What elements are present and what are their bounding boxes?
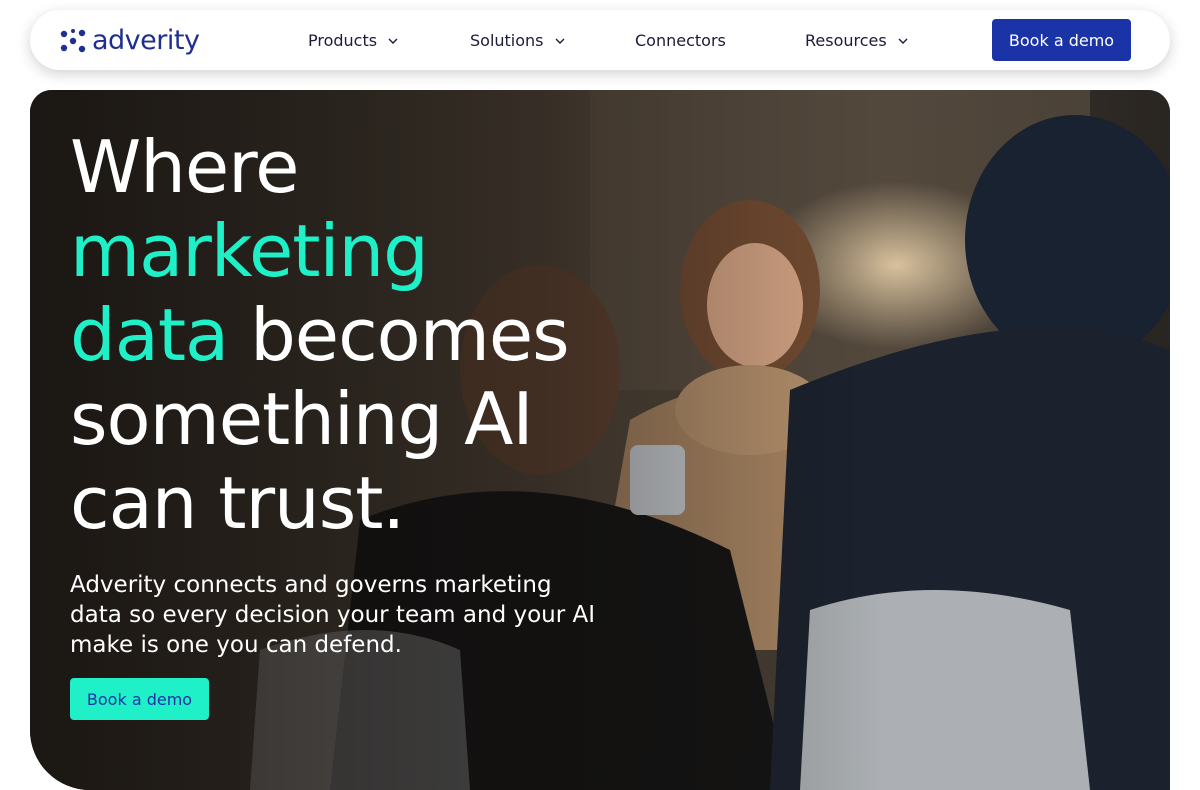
top-navbar: adverity Products Solutions Connectors R… bbox=[30, 10, 1170, 70]
hero-section: Where marketing data becomes something A… bbox=[30, 90, 1170, 790]
nav-solutions-label: Solutions bbox=[470, 30, 544, 50]
headline-line-5: can trust. bbox=[70, 461, 405, 545]
nav-connectors[interactable]: Connectors bbox=[635, 28, 726, 52]
nav-products-label: Products bbox=[308, 30, 378, 50]
chevron-down-icon bbox=[555, 38, 565, 44]
hero-headline: Where marketing data becomes something A… bbox=[70, 125, 630, 545]
nav-resources[interactable]: Resources bbox=[805, 28, 908, 52]
book-demo-hero-button[interactable]: Book a demo bbox=[70, 678, 209, 720]
chevron-down-icon bbox=[898, 38, 908, 44]
headline-accent-1: marketing bbox=[70, 209, 429, 293]
brand-name: adverity bbox=[92, 25, 200, 56]
nav-connectors-label: Connectors bbox=[635, 30, 726, 50]
adverity-logo[interactable]: adverity bbox=[60, 25, 200, 57]
headline-line-1: Where bbox=[70, 125, 299, 209]
chevron-down-icon bbox=[388, 38, 398, 44]
hero-subtext: Adverity connects and governs marketing … bbox=[70, 572, 596, 658]
headline-accent-2: data bbox=[70, 293, 229, 377]
book-demo-nav-button[interactable]: Book a demo bbox=[992, 19, 1131, 61]
nav-resources-label: Resources bbox=[805, 30, 887, 50]
nav-products[interactable]: Products bbox=[308, 28, 398, 52]
headline-line-4: something AI bbox=[70, 377, 534, 461]
nav-solutions[interactable]: Solutions bbox=[470, 28, 565, 52]
adverity-logo-icon bbox=[60, 29, 86, 53]
headline-line-3-rest: becomes bbox=[228, 293, 570, 377]
